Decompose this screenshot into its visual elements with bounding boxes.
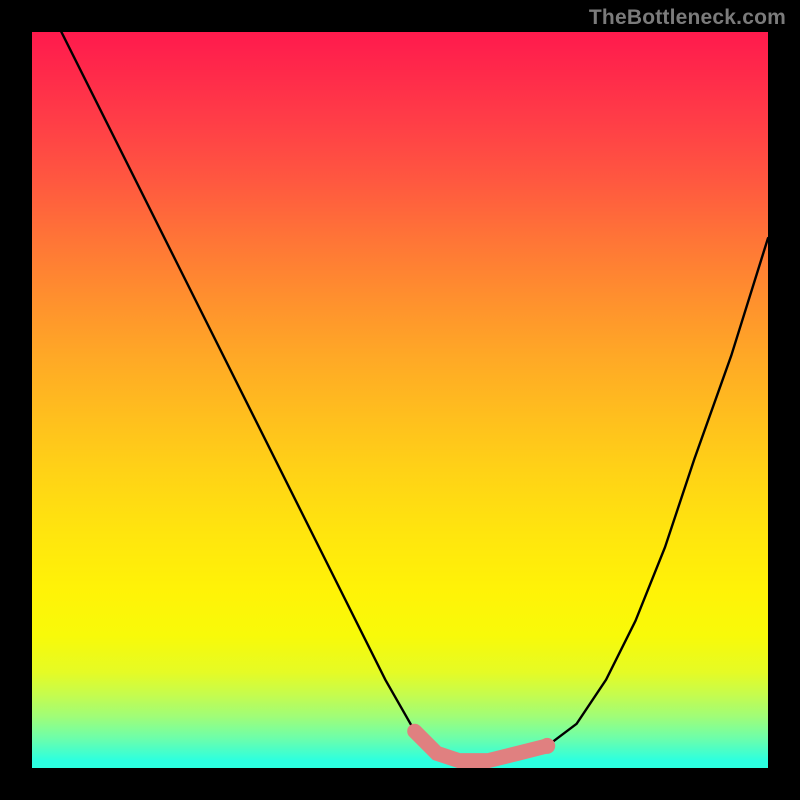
highlight-end-dot [539,738,555,754]
bottleneck-curve [61,32,768,761]
curve-layer [32,32,768,768]
watermark-text: TheBottleneck.com [589,6,786,30]
chart-frame: TheBottleneck.com [0,0,800,800]
highlight-band [415,731,548,760]
plot-area [32,32,768,768]
